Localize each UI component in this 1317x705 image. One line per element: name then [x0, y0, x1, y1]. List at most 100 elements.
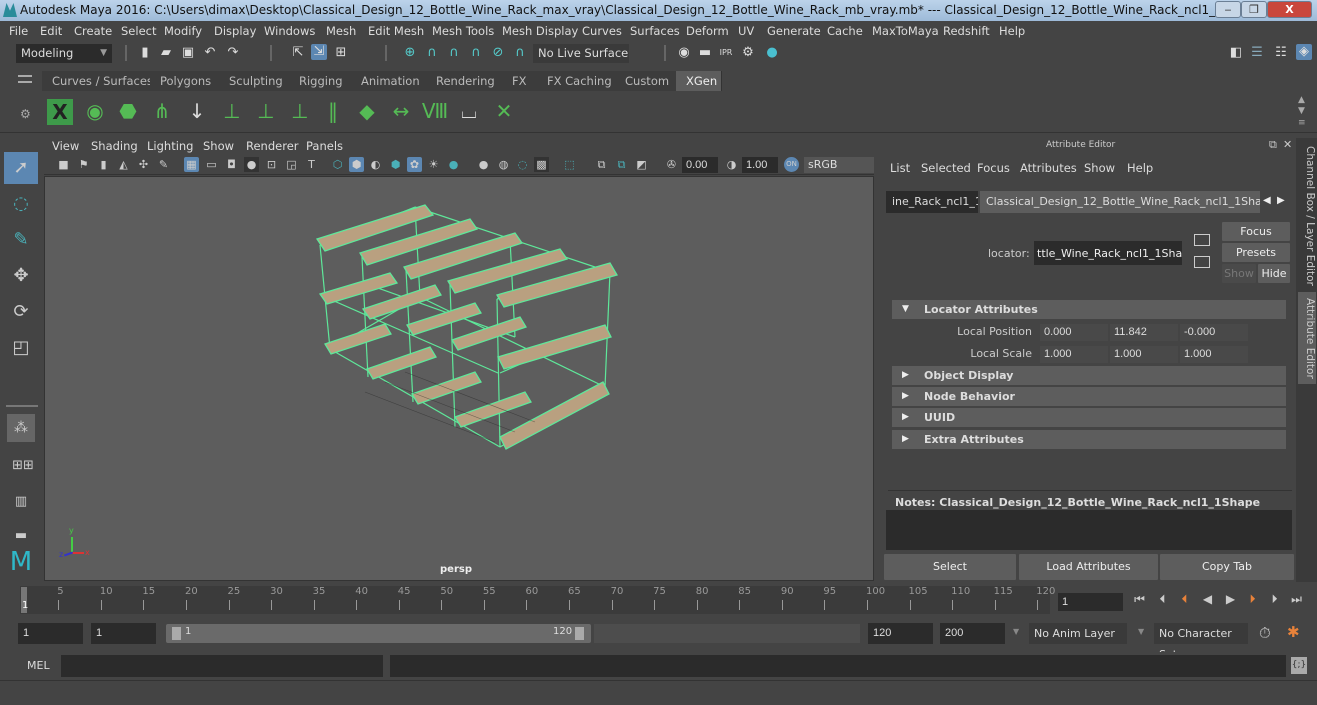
grease-pencil-icon[interactable]: ✎	[156, 157, 171, 172]
shelf-tab-animation[interactable]: Animation	[351, 71, 431, 91]
close-button[interactable]: X	[1267, 1, 1312, 18]
shelf-tab-fx-caching[interactable]: FX Caching	[537, 71, 623, 91]
motion-blur-icon[interactable]: ◍	[496, 157, 511, 172]
bookmark-icon[interactable]: ▮	[96, 157, 111, 172]
current-frame-field[interactable]	[1058, 593, 1123, 611]
playback-end-field[interactable]	[868, 623, 933, 644]
play-forwards-icon[interactable]: ▶	[1224, 592, 1237, 606]
camera-icon[interactable]: ■	[56, 157, 71, 172]
xgen-select-icon[interactable]: Ⅷ	[421, 96, 449, 126]
input-connections-icon[interactable]	[1194, 234, 1210, 246]
field-chart-icon[interactable]: ⊡	[264, 157, 279, 172]
ae-menu-list[interactable]: List	[890, 161, 910, 175]
script-language-label[interactable]: MEL	[27, 659, 50, 672]
select-button[interactable]: Select	[884, 554, 1016, 580]
snap-curve-icon[interactable]: ∩	[424, 45, 440, 61]
shelf-tab-rigging[interactable]: Rigging	[289, 71, 354, 91]
viewport-persp[interactable]: y x z persp	[44, 176, 874, 581]
menu-display[interactable]: Display	[214, 24, 256, 38]
menu-curves[interactable]: Curves	[582, 24, 622, 38]
presets-button[interactable]: Presets	[1222, 243, 1290, 262]
four-view-layout-icon[interactable]: ⊞⊞	[6, 450, 40, 482]
local-scale-x[interactable]	[1040, 346, 1108, 363]
xgen-density-icon[interactable]: ◆	[353, 96, 381, 126]
load-attributes-button[interactable]: Load Attributes	[1019, 554, 1158, 580]
ipr-render-icon[interactable]: IPR	[718, 45, 734, 61]
play-backwards-icon[interactable]: ◀	[1201, 592, 1214, 606]
menu-uv[interactable]: UV	[738, 24, 754, 38]
xgen-add-guide-icon[interactable]: ⋔	[148, 96, 176, 126]
select-tool-icon[interactable]: ➚	[4, 152, 38, 184]
redo-icon[interactable]: ↷	[225, 45, 241, 61]
shelf-settings-icon[interactable]: ⚙	[20, 107, 31, 121]
menu-modify[interactable]: Modify	[164, 24, 202, 38]
step-back-frame-icon[interactable]: ⏴	[1156, 592, 1169, 606]
time-slider[interactable]: 5 10 15 20 25 30 35 40 45 50 55 60 65 70 75 80 85 90 95 100…	[20, 586, 1055, 614]
xray-components-icon[interactable]: ◩	[634, 157, 649, 172]
menu-redshift[interactable]: Redshift	[943, 24, 990, 38]
xgen-guides-icon[interactable]: ‖	[319, 96, 347, 126]
local-position-x[interactable]	[1040, 324, 1108, 341]
use-all-lights-icon[interactable]: ☀	[426, 157, 441, 172]
menu-edit[interactable]: Edit	[40, 24, 62, 38]
shelf-tab-rendering[interactable]: Rendering	[426, 71, 506, 91]
anim-layer-dropdown-icon[interactable]: ▼	[1013, 627, 1019, 636]
render-view-icon[interactable]: ◉	[676, 45, 692, 61]
select-component-icon[interactable]: ⊞	[333, 45, 349, 61]
side-tab-channel-box[interactable]: Channel Box / Layer Editor	[1298, 146, 1316, 286]
minimize-button[interactable]: ‒	[1215, 1, 1241, 18]
character-set-dropdown-icon[interactable]: ▼	[1138, 627, 1144, 636]
shelf-tab-polygons[interactable]: Polygons	[150, 71, 223, 91]
section-object-display[interactable]: ▶ Object Display	[892, 366, 1286, 385]
outliner-toggle-icon[interactable]: ☰	[1249, 45, 1265, 61]
default-lighting-icon[interactable]: ◐	[368, 157, 383, 172]
section-extra-attributes[interactable]: ▶ Extra Attributes	[892, 430, 1286, 449]
paint-select-tool-icon[interactable]: ✎	[4, 224, 38, 256]
snap-live-icon[interactable]: ∩	[512, 45, 528, 61]
tab-scroll-right-icon[interactable]: ▶	[1277, 195, 1285, 206]
film-gate-icon[interactable]: ▭	[204, 157, 219, 172]
xgen-delete-icon[interactable]: ✕	[490, 96, 518, 126]
hide-button[interactable]: Hide	[1258, 264, 1290, 283]
lasso-tool-icon[interactable]: ◌	[4, 188, 38, 220]
xgen-place-guides-icon[interactable]: ↓	[183, 96, 211, 126]
resolution-gate-icon[interactable]: ◘	[224, 157, 239, 172]
smooth-shade-icon[interactable]: ⬢	[349, 157, 364, 172]
tab-scroll-left-icon[interactable]: ◀	[1263, 195, 1271, 206]
exposure-field[interactable]	[682, 157, 718, 173]
step-forward-key-icon[interactable]: ⏵	[1246, 592, 1259, 606]
rotate-tool-icon[interactable]: ⟳	[4, 296, 38, 328]
go-to-end-icon[interactable]: ⏭	[1290, 592, 1303, 606]
channel-box-toggle-icon[interactable]: ◈	[1296, 44, 1312, 60]
menu-create[interactable]: Create	[74, 24, 112, 38]
viewport-menu-view[interactable]: View	[52, 139, 79, 153]
isolate-select-icon[interactable]: ⬚	[562, 157, 577, 172]
exposure-icon[interactable]: ✇	[664, 157, 679, 172]
tool-settings-icon[interactable]: ☷	[1273, 45, 1289, 61]
snap-surface-icon[interactable]: ⊘	[490, 45, 506, 61]
shelf-menu-icon[interactable]	[18, 75, 32, 83]
move-tool-icon[interactable]: ✥	[4, 260, 38, 292]
close-panel-icon[interactable]: ✕	[1283, 138, 1292, 151]
step-back-key-icon[interactable]: ⏴	[1178, 592, 1191, 606]
menu-mesh-display[interactable]: Mesh Display	[502, 24, 578, 38]
mode-selector[interactable]: Modeling ▼	[16, 44, 112, 63]
menu-select[interactable]: Select	[121, 24, 156, 38]
viewport-menu-show[interactable]: Show	[203, 139, 234, 153]
animation-start-field[interactable]	[18, 623, 83, 644]
render-frame-icon[interactable]: ▬	[697, 45, 713, 61]
xgen-preview-icon[interactable]: ◉	[81, 96, 109, 126]
go-to-start-icon[interactable]: ⏮	[1133, 592, 1146, 606]
step-forward-frame-icon[interactable]: ⏵	[1268, 592, 1281, 606]
shadows-icon[interactable]: ●	[446, 157, 461, 172]
local-position-z[interactable]	[1180, 324, 1248, 341]
xgen-clear-preview-icon[interactable]: ⬣	[114, 96, 142, 126]
ae-tab-transform[interactable]: ine_Rack_ncl1_1	[886, 191, 978, 213]
gamma-field[interactable]	[742, 157, 778, 173]
section-locator-attributes[interactable]: ▼ Locator Attributes	[892, 300, 1286, 319]
scale-tool-icon[interactable]: ◰	[4, 332, 38, 364]
menu-windows[interactable]: Windows	[264, 24, 315, 38]
menu-surfaces[interactable]: Surfaces	[630, 24, 680, 38]
menu-help[interactable]: Help	[999, 24, 1025, 38]
viewport-menu-renderer[interactable]: Renderer	[246, 139, 299, 153]
